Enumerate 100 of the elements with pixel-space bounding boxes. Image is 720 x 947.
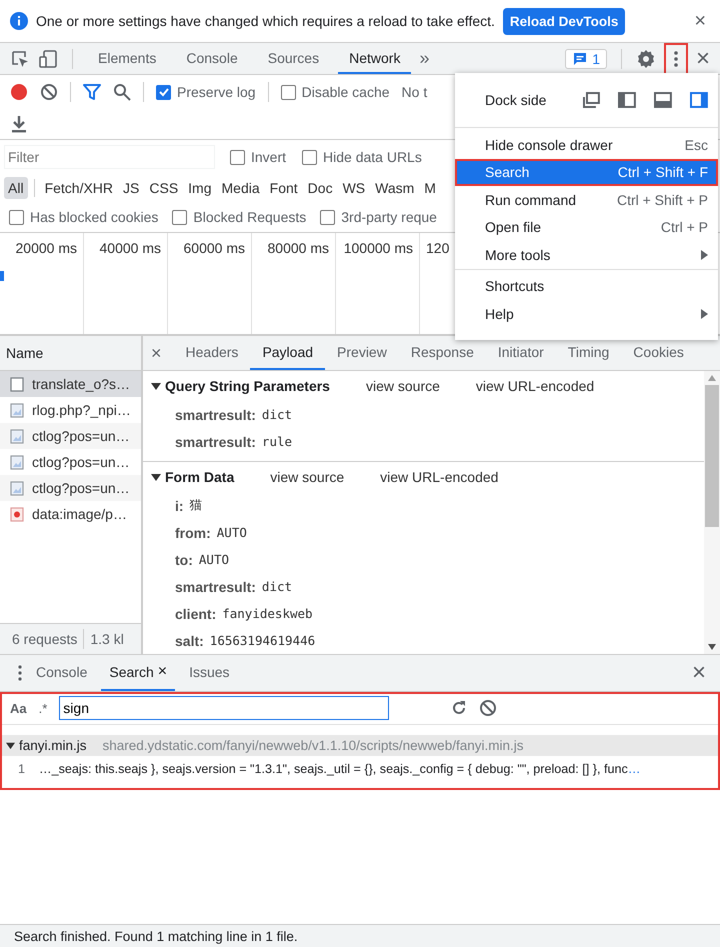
menu-item[interactable]: Open file Ctrl + P <box>455 214 718 241</box>
status-message: Search finished. Found 1 matching line in 1 file. <box>14 928 298 944</box>
type-filter[interactable]: WS <box>338 177 370 199</box>
scrollbar[interactable] <box>704 371 720 654</box>
undock-icon[interactable] <box>582 92 600 108</box>
menu-item[interactable]: More tools <box>455 241 718 268</box>
image-icon <box>10 428 24 444</box>
settings-icon[interactable] <box>636 48 656 68</box>
drawer-tab[interactable]: Issues <box>181 655 238 691</box>
param-key: from: <box>175 524 211 540</box>
expand-triangle-icon[interactable] <box>6 741 15 750</box>
reload-devtools-button[interactable]: Reload DevTools <box>502 8 626 34</box>
view-link[interactable]: view source <box>270 469 344 485</box>
checkbox[interactable] <box>230 150 245 164</box>
param-key: smartresult: <box>175 406 256 422</box>
timeline-tick: 40000 ms <box>100 240 161 256</box>
request-name: data:image/p… <box>32 506 127 522</box>
more-link[interactable]: … <box>628 762 640 776</box>
request-row[interactable]: data:image/p… <box>0 501 141 527</box>
type-filter[interactable]: Doc <box>304 177 337 199</box>
view-link[interactable]: view source <box>366 378 440 394</box>
type-filter[interactable]: Img <box>184 177 216 199</box>
filter-field[interactable]: Filter <box>5 146 214 168</box>
record-icon[interactable] <box>10 83 28 101</box>
request-row[interactable]: translate_o?s… <box>0 371 141 397</box>
type-filter[interactable]: All <box>4 177 28 199</box>
detail-tab[interactable]: Payload <box>250 336 326 370</box>
checkbox-label: 3rd-party reque <box>341 209 437 225</box>
request-row[interactable]: ctlog?pos=un… <box>0 449 141 475</box>
match-line[interactable]: …_seajs: this.seajs }, seajs.version = "1.3.1", seajs._util = {}, seajs._config = { debug: "", preload: [] }, func <box>39 762 628 776</box>
panel-tab[interactable]: Console <box>175 43 249 74</box>
timeline-tick: 120 <box>426 240 450 256</box>
filter-icon[interactable] <box>83 83 101 101</box>
request-row[interactable]: rlog.php?_npi… <box>0 397 141 423</box>
checkbox[interactable] <box>172 210 188 224</box>
checkbox-label: Preserve log <box>177 84 256 100</box>
search-icon[interactable] <box>113 83 131 101</box>
more-options-icon[interactable] <box>18 665 22 681</box>
drawer-tab[interactable]: Search × <box>101 655 176 691</box>
close-button[interactable]: × <box>696 46 710 70</box>
type-filter[interactable]: JS <box>119 177 144 199</box>
request-row[interactable]: ctlog?pos=un… <box>0 423 141 449</box>
type-filter[interactable]: CSS <box>145 177 182 199</box>
close-button[interactable]: × <box>694 11 706 31</box>
menu-item[interactable]: Run command Ctrl + Shift + P <box>455 186 718 214</box>
refresh-icon[interactable] <box>451 700 468 716</box>
detail-tab[interactable]: Cookies <box>621 336 696 370</box>
close-button[interactable]: × <box>151 342 162 364</box>
more-options-button[interactable] <box>664 42 688 74</box>
checkbox[interactable] <box>320 210 336 224</box>
clear-icon[interactable] <box>479 699 498 717</box>
menu-item[interactable]: Hide console drawer Esc <box>455 131 718 158</box>
detail-tab[interactable]: Response <box>398 336 486 370</box>
timeline-tick: 20000 ms <box>16 240 77 256</box>
menu-item[interactable]: Help <box>455 300 718 328</box>
expand-triangle-icon[interactable] <box>151 472 161 482</box>
inspect-icon[interactable] <box>10 48 30 68</box>
more-options-icon <box>674 50 678 66</box>
detail-tab[interactable]: Preview <box>325 336 399 370</box>
type-filter[interactable]: Media <box>218 177 264 199</box>
dock-bottom-icon[interactable] <box>654 92 672 108</box>
view-link[interactable]: view URL-encoded <box>476 378 594 394</box>
result-file[interactable]: fanyi.min.js <box>19 738 87 753</box>
search-field[interactable]: sign <box>59 696 390 720</box>
param-key: smartresult: <box>175 578 256 594</box>
checkbox[interactable] <box>156 84 171 100</box>
detail-tab[interactable]: Headers <box>174 336 250 370</box>
view-link[interactable]: view URL-encoded <box>380 469 498 485</box>
detail-tab[interactable]: Initiator <box>486 336 556 370</box>
panel-tab[interactable]: Elements <box>87 43 168 74</box>
issues-button[interactable]: 1 <box>565 48 607 68</box>
type-filter[interactable]: Fetch/XHR <box>40 177 118 199</box>
checkbox[interactable] <box>9 210 24 224</box>
panel-tab[interactable]: Network <box>338 43 412 74</box>
type-filter[interactable]: Font <box>266 177 302 199</box>
checkbox[interactable] <box>302 150 318 164</box>
panel-tab[interactable]: Sources <box>256 43 330 74</box>
regex-toggle[interactable]: .* <box>38 700 48 716</box>
dock-right-icon[interactable] <box>690 92 708 108</box>
param-value: rule <box>262 434 292 449</box>
device-icon[interactable] <box>38 48 58 68</box>
clear-icon[interactable] <box>40 83 58 101</box>
menu-item[interactable]: Shortcuts <box>455 272 718 300</box>
request-row[interactable]: ctlog?pos=un… <box>0 475 141 501</box>
menu-item[interactable]: Search Ctrl + Shift + F <box>455 158 718 186</box>
type-filter[interactable]: M <box>420 177 440 199</box>
transfer-size: 1.3 kl <box>90 631 124 647</box>
scroll-down-icon[interactable] <box>708 644 716 650</box>
download-icon[interactable] <box>11 115 27 133</box>
more-tabs-button[interactable]: » <box>419 48 430 69</box>
dock-left-icon[interactable] <box>618 92 636 108</box>
throttling-select[interactable]: No t <box>402 84 428 100</box>
close-button[interactable]: × <box>692 661 706 685</box>
match-case-toggle[interactable]: Aa <box>10 700 27 716</box>
type-filter[interactable]: Wasm <box>371 177 418 199</box>
expand-triangle-icon[interactable] <box>151 381 161 391</box>
drawer-tab[interactable]: Console <box>28 655 96 691</box>
detail-tab[interactable]: Timing <box>556 336 622 370</box>
checkbox[interactable] <box>280 84 296 100</box>
tab-close-button[interactable]: × <box>158 663 168 681</box>
